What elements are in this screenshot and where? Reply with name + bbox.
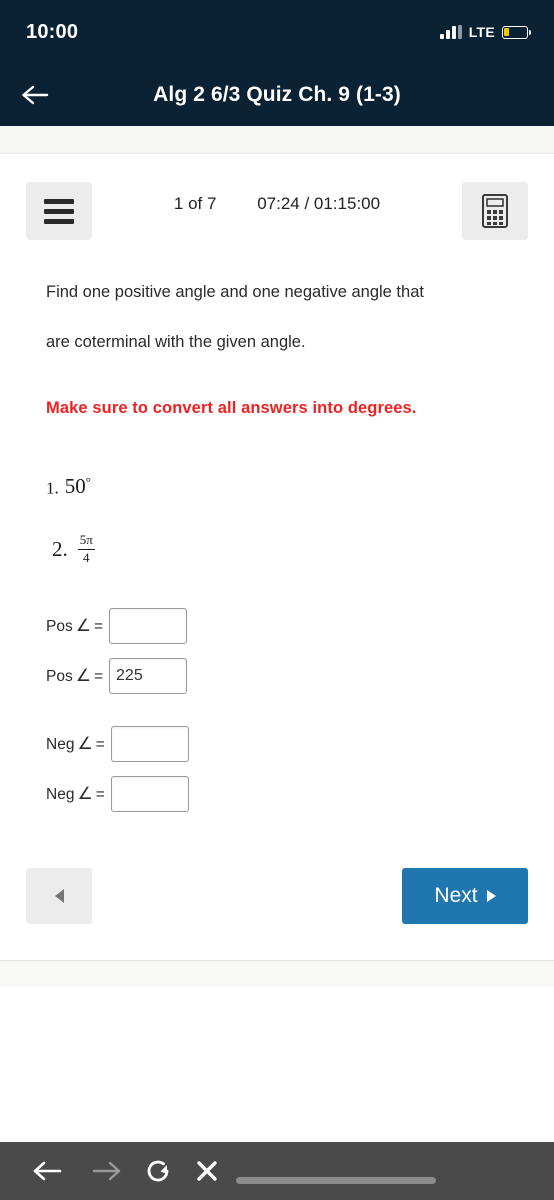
next-button-label: Next bbox=[434, 884, 478, 907]
math-item-1: 1. 50° bbox=[46, 474, 91, 499]
status-bar-clock: 10:00 bbox=[26, 20, 79, 43]
header-spacer-band bbox=[0, 126, 554, 154]
answer-input-pos-2[interactable]: 225 bbox=[109, 658, 188, 694]
answer-row-neg-1: Neg ∠ = bbox=[46, 726, 189, 762]
fraction-numerator: 5π bbox=[79, 532, 93, 547]
answer-label-text: Neg bbox=[46, 736, 75, 753]
answer-row-neg-2: Neg ∠ = bbox=[46, 776, 189, 812]
answer-label-pos-2: Pos ∠ = bbox=[46, 666, 103, 686]
cellular-signal-icon bbox=[439, 25, 462, 39]
previous-question-button[interactable] bbox=[26, 868, 92, 924]
equals-sign: = bbox=[93, 668, 104, 685]
answer-label-text: Pos bbox=[46, 618, 73, 635]
answer-label-text: Neg bbox=[46, 786, 75, 803]
back-arrow-icon[interactable] bbox=[0, 83, 72, 107]
browser-navigation-bar bbox=[0, 1142, 554, 1200]
calculator-icon[interactable] bbox=[462, 182, 528, 240]
previous-triangle-icon bbox=[54, 889, 64, 903]
page-title: Alg 2 6/3 Quiz Ch. 9 (1-3) bbox=[153, 83, 401, 106]
math-item-2-number: 2. bbox=[52, 536, 68, 561]
quiz-timer: 07:24 / 01:15:00 bbox=[257, 194, 381, 213]
status-bar-indicators: LTE bbox=[439, 24, 532, 40]
angle-symbol-icon: ∠ bbox=[77, 734, 93, 753]
math-item-1-value: 50 bbox=[64, 474, 86, 499]
fraction-5pi-over-4: 5π 4 bbox=[77, 532, 95, 565]
answer-row-pos-2: Pos ∠ = 225 bbox=[46, 658, 188, 694]
app-header: Alg 2 6/3 Quiz Ch. 9 (1-3) bbox=[0, 64, 554, 126]
browser-forward-arrow-icon[interactable] bbox=[88, 1158, 122, 1184]
quiz-toolbar: 1 of 7 07:24 / 01:15:00 bbox=[0, 182, 554, 244]
answer-label-text: Pos bbox=[46, 668, 73, 685]
network-type-label: LTE bbox=[468, 24, 495, 40]
answer-label-neg-2: Neg ∠ = bbox=[46, 784, 105, 804]
page-indicator: 1 of 7 bbox=[173, 194, 217, 213]
equals-sign: = bbox=[95, 786, 105, 803]
answer-label-pos-1: Pos ∠ = bbox=[46, 616, 103, 636]
angle-symbol-icon: ∠ bbox=[75, 616, 91, 635]
math-item-2: 2. 5π 4 bbox=[52, 532, 95, 565]
math-item-1-number: 1. bbox=[46, 478, 59, 498]
browser-stop-close-icon[interactable] bbox=[194, 1158, 220, 1184]
fraction-denominator: 4 bbox=[83, 549, 90, 565]
answer-input-neg-2[interactable] bbox=[110, 776, 189, 812]
answer-label-neg-1: Neg ∠ = bbox=[46, 734, 105, 754]
question-text-line-2: are coterminal with the given angle. bbox=[46, 333, 306, 351]
next-triangle-icon bbox=[486, 890, 496, 902]
browser-reload-icon[interactable] bbox=[144, 1157, 172, 1185]
angle-symbol-icon: ∠ bbox=[77, 784, 93, 803]
status-bar: 10:00 LTE bbox=[0, 0, 554, 64]
next-question-button[interactable]: Next bbox=[402, 868, 528, 924]
battery-low-icon bbox=[502, 25, 532, 39]
degree-symbol-icon: ° bbox=[85, 474, 91, 489]
question-warning-text: Make sure to convert all answers into de… bbox=[46, 399, 417, 417]
question-text-line-1: Find one positive angle and one negative… bbox=[46, 283, 424, 301]
equals-sign: = bbox=[93, 618, 104, 635]
browser-url-bar[interactable] bbox=[236, 1177, 436, 1184]
answer-input-neg-1[interactable] bbox=[110, 726, 189, 762]
equals-sign: = bbox=[95, 736, 105, 753]
browser-back-arrow-icon[interactable] bbox=[32, 1158, 66, 1184]
angle-symbol-icon: ∠ bbox=[75, 666, 91, 685]
answer-row-pos-1: Pos ∠ = bbox=[46, 608, 188, 644]
answer-input-pos-1[interactable] bbox=[109, 608, 188, 644]
footer-band bbox=[0, 961, 554, 987]
app-root: 10:00 LTE Alg 2 6/3 Quiz Ch. 9 (1-3) 1 o… bbox=[0, 0, 554, 1200]
